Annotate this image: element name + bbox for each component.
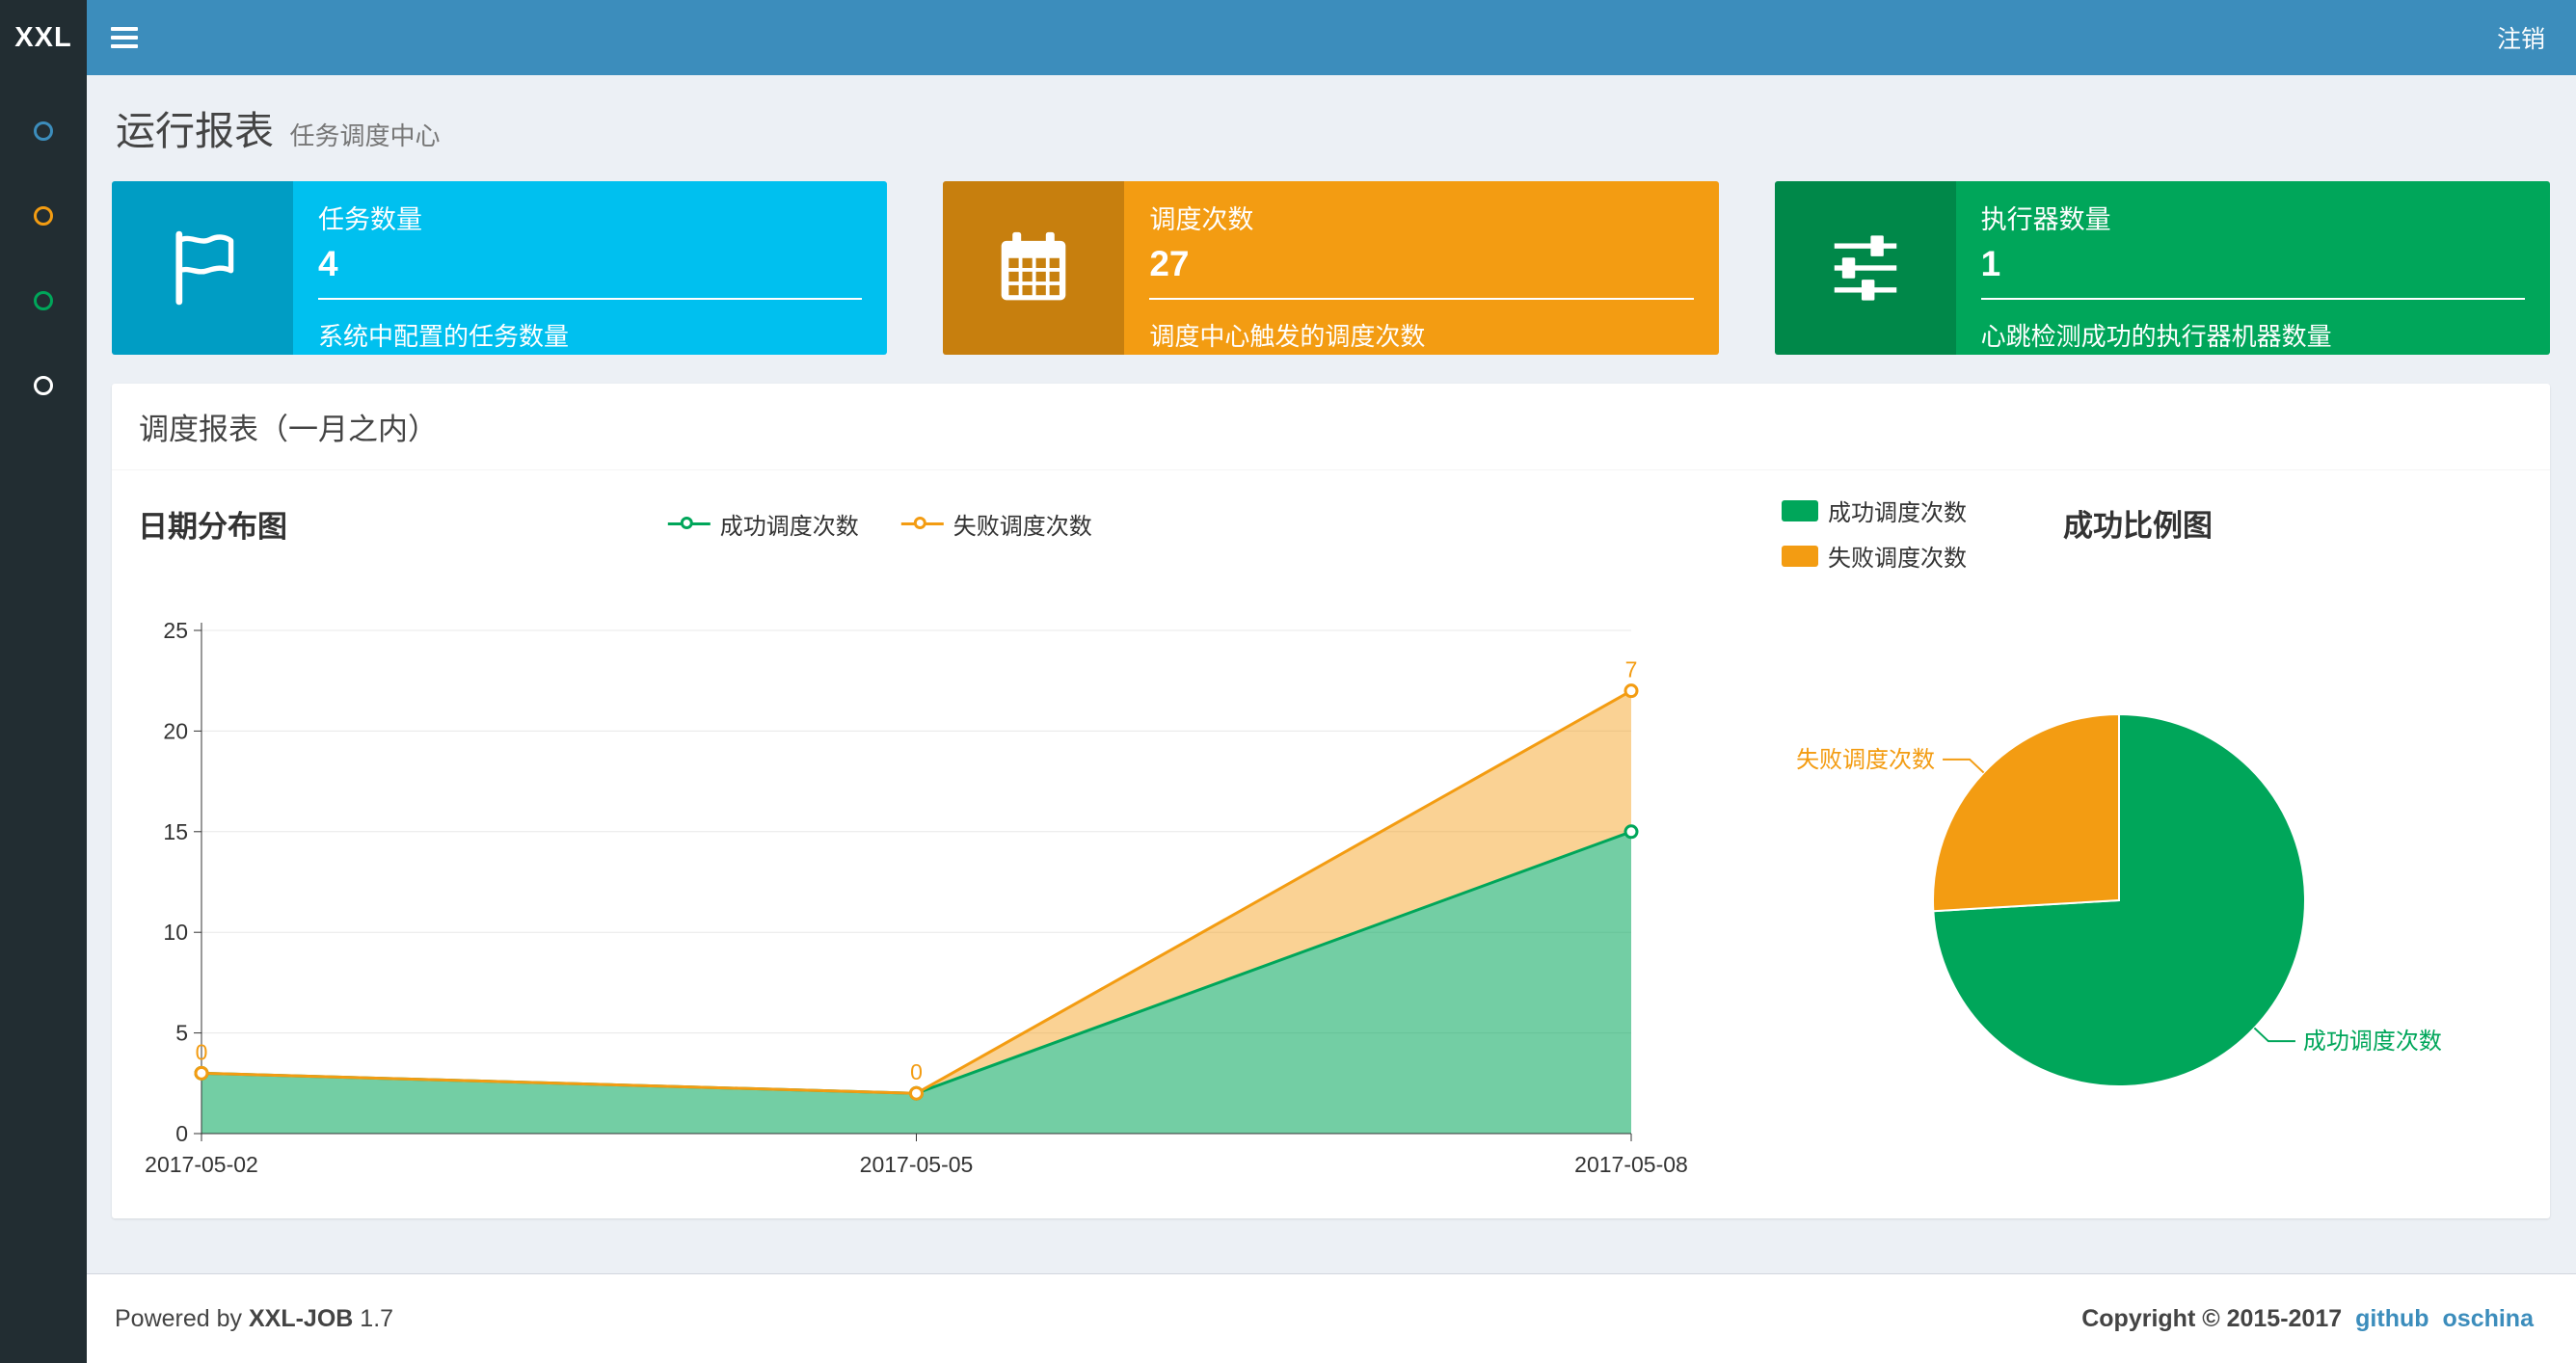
svg-text:0: 0 bbox=[175, 1121, 188, 1146]
legend-item-success[interactable]: 成功调度次数 bbox=[667, 507, 859, 541]
svg-text:成功调度次数: 成功调度次数 bbox=[2303, 1029, 2442, 1055]
logout-link[interactable]: 注销 bbox=[2466, 0, 2576, 75]
sliders-icon bbox=[1774, 181, 1956, 355]
circle-icon bbox=[34, 206, 53, 226]
info-box-row: 任务数量 4 系统中配置的任务数量 调度次数 27 调度中心触发的调度次数 执行… bbox=[87, 156, 2576, 355]
pie-chart-legend: 成功调度次数 失败调度次数 bbox=[1782, 494, 1967, 573]
info-box-value: 1 bbox=[1980, 244, 2001, 283]
info-box-title: 调度次数 bbox=[1149, 205, 1254, 234]
info-box-title: 执行器数量 bbox=[1980, 205, 2111, 234]
svg-text:2017-05-02: 2017-05-02 bbox=[145, 1152, 258, 1177]
flag-icon bbox=[112, 181, 293, 355]
svg-text:10: 10 bbox=[163, 920, 188, 945]
report-panel: 调度报表（一月之内） 日期分布图 成功调度次数 失败调度次数 0 5 10 15… bbox=[112, 384, 2550, 1218]
svg-text:0: 0 bbox=[910, 1059, 923, 1084]
info-box-title: 任务数量 bbox=[318, 205, 422, 234]
circle-icon bbox=[34, 376, 53, 395]
pie-chart-title: 成功比例图 bbox=[2063, 509, 2213, 543]
calendar-icon bbox=[943, 181, 1125, 355]
line-marker-icon bbox=[667, 516, 711, 529]
circle-icon bbox=[34, 121, 53, 141]
sidebar-item-3[interactable] bbox=[0, 258, 87, 343]
copyright-text: Copyright © 2015-2017 bbox=[2081, 1304, 2343, 1332]
line-chart-legend: 成功调度次数 失败调度次数 bbox=[667, 507, 1092, 541]
product-version: 1.7 bbox=[360, 1304, 394, 1332]
svg-text:2017-05-05: 2017-05-05 bbox=[860, 1152, 974, 1177]
legend-item-fail[interactable]: 失败调度次数 bbox=[1782, 539, 1967, 573]
line-marker-icon bbox=[900, 516, 944, 529]
svg-text:失败调度次数: 失败调度次数 bbox=[1796, 747, 1935, 773]
hamburger-icon bbox=[111, 22, 138, 53]
main-content: 运行报表 任务调度中心 任务数量 4 系统中配置的任务数量 调度次数 27 调度… bbox=[87, 75, 2576, 1273]
info-box-desc: 系统中配置的任务数量 bbox=[318, 322, 570, 351]
svg-text:15: 15 bbox=[163, 819, 188, 844]
legend-swatch-icon bbox=[1782, 545, 1818, 567]
page-title: 运行报表 bbox=[116, 109, 274, 153]
svg-text:20: 20 bbox=[163, 718, 188, 743]
info-box-desc: 调度中心触发的调度次数 bbox=[1149, 322, 1426, 351]
github-link[interactable]: github bbox=[2355, 1305, 2428, 1333]
app-logo[interactable]: XXL bbox=[0, 0, 87, 75]
info-box-value: 4 bbox=[318, 244, 338, 283]
page-footer: Powered by XXL-JOB 1.7 Copyright © 2015-… bbox=[87, 1273, 2576, 1363]
product-name: XXL-JOB bbox=[248, 1304, 354, 1332]
info-box-value: 27 bbox=[1149, 244, 1190, 283]
info-box-jobs: 任务数量 4 系统中配置的任务数量 bbox=[112, 181, 888, 355]
svg-text:5: 5 bbox=[175, 1021, 188, 1046]
svg-text:0: 0 bbox=[196, 1039, 208, 1064]
sidebar-toggle-button[interactable] bbox=[87, 0, 162, 75]
sidebar bbox=[0, 75, 87, 1363]
success-ratio-section: 成功调度次数 失败调度次数 成功比例图 成功调度次数 失败调度次数 bbox=[1753, 480, 2524, 1180]
page-header: 运行报表 任务调度中心 bbox=[87, 75, 2576, 156]
circle-icon bbox=[34, 291, 53, 310]
sidebar-item-2[interactable] bbox=[0, 174, 87, 258]
svg-text:25: 25 bbox=[163, 618, 188, 643]
info-box-desc: 心跳检测成功的执行器机器数量 bbox=[1980, 322, 2332, 351]
line-chart-title: 日期分布图 bbox=[138, 509, 287, 544]
panel-title: 调度报表（一月之内） bbox=[112, 384, 2550, 470]
oschina-link[interactable]: oschina bbox=[2443, 1305, 2534, 1333]
date-distribution-section: 日期分布图 成功调度次数 失败调度次数 0 5 10 15 20 25 2017-05-02… bbox=[138, 480, 1690, 1180]
sidebar-item-1[interactable] bbox=[0, 89, 87, 174]
powered-by: Powered by XXL-JOB 1.7 bbox=[115, 1304, 394, 1332]
legend-swatch-icon bbox=[1782, 499, 1818, 521]
success-ratio-chart: 成功调度次数 失败调度次数 bbox=[1796, 712, 2442, 1087]
legend-item-fail[interactable]: 失败调度次数 bbox=[900, 507, 1092, 541]
legend-item-success[interactable]: 成功调度次数 bbox=[1782, 494, 1967, 527]
navbar: XXL 注销 bbox=[0, 0, 2576, 75]
svg-text:7: 7 bbox=[1625, 657, 1638, 682]
sidebar-item-4[interactable] bbox=[0, 343, 87, 428]
svg-text:2017-05-08: 2017-05-08 bbox=[1574, 1152, 1688, 1177]
page-subtitle: 任务调度中心 bbox=[289, 121, 441, 150]
info-box-triggers: 调度次数 27 调度中心触发的调度次数 bbox=[943, 181, 1719, 355]
date-distribution-chart: 05101520252017-05-02 2017-05-05 2017-05-08… bbox=[145, 618, 1688, 1177]
info-box-executors: 执行器数量 1 心跳检测成功的执行器机器数量 bbox=[1774, 181, 2550, 355]
